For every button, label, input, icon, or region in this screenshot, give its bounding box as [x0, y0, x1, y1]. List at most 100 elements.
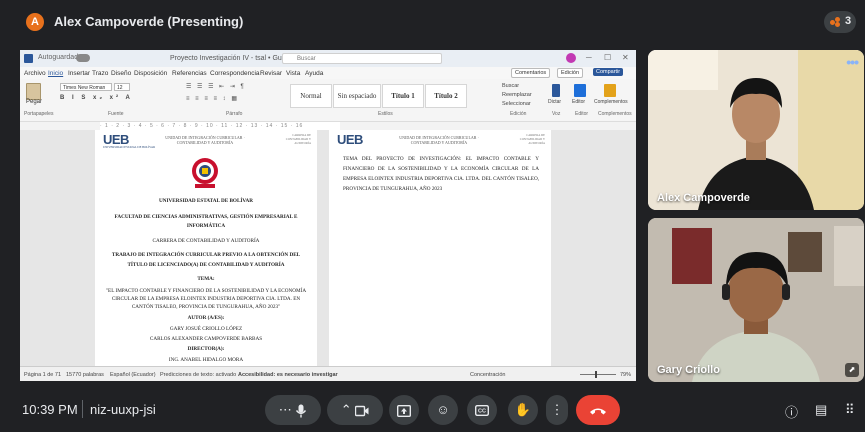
- doc-line: TRABAJO DE INTEGRACIÓN CURRICULAR PREVIO…: [111, 252, 301, 258]
- comments-button[interactable]: Comentarios: [511, 68, 551, 78]
- menu-archivo[interactable]: Archivo: [24, 70, 46, 77]
- microphone-button[interactable]: ⋯: [265, 395, 321, 425]
- camera-button[interactable]: ⌃: [327, 395, 383, 425]
- more-options-icon[interactable]: •••: [846, 54, 859, 70]
- document-area[interactable]: UEB UNIVERSIDAD ESTATAL DE BOLÍVAR UNIDA…: [20, 130, 636, 366]
- font-name-select[interactable]: Times New Roman: [60, 83, 112, 91]
- menu-inicio[interactable]: Inicio: [48, 70, 63, 77]
- word-status-bar: Página 1 de 71 15770 palabras Español (E…: [20, 366, 636, 381]
- style-heading-2[interactable]: Título 2: [425, 84, 467, 108]
- replace-button[interactable]: Reemplazar: [502, 91, 532, 100]
- edit-mode-button[interactable]: Edición: [557, 68, 584, 78]
- doc-line: FACULTAD DE CIENCIAS ADMINISTRATIVAS, GE…: [114, 214, 298, 220]
- page-header-right: CARRERA DE CONTABILIDAD Y AUDITORÍA: [285, 133, 311, 145]
- word-title-bar: Autoguardado Proyecto Investigación IV -…: [20, 50, 636, 67]
- emoji-icon: ☺: [436, 402, 450, 417]
- participant-tile[interactable]: ••• Alex Campoverde: [648, 50, 864, 210]
- find-button[interactable]: Buscar: [502, 82, 532, 91]
- doc-line: CIRCULAR DE LA EMPRESA ELOINTEX INDUSTRI…: [111, 296, 301, 302]
- addins-icon[interactable]: [604, 84, 616, 97]
- menu-correspondencia[interactable]: Correspondencia: [210, 70, 260, 77]
- activities-icon[interactable]: ⠿: [845, 402, 855, 418]
- menu-ayuda[interactable]: Ayuda: [305, 70, 323, 77]
- maximize-icon[interactable]: ☐: [604, 53, 611, 62]
- autosave-toggle[interactable]: [76, 54, 90, 62]
- group-label: Fuente: [108, 111, 124, 117]
- status-predictions[interactable]: Predicciones de texto: activado: [160, 372, 236, 378]
- profile-avatar[interactable]: [566, 53, 576, 63]
- chat-icon[interactable]: ▤: [815, 402, 827, 418]
- page-header-center: UNIDAD DE INTEGRACIÓN CURRICULAR · CONTA…: [165, 135, 245, 145]
- paragraph-buttons-row2[interactable]: ≡ ≡ ≡ ≡ ↕ ▦: [186, 95, 286, 103]
- paragraph-buttons-row1[interactable]: ☰ ☰ ☰ ⇤ ⇥ ¶: [186, 83, 286, 91]
- share-button[interactable]: Compartir: [593, 68, 624, 76]
- addins-label: Complementos: [594, 99, 628, 105]
- format-buttons[interactable]: B I S x₂ x² A: [60, 95, 170, 103]
- zoom-slider[interactable]: [580, 374, 616, 375]
- leave-call-button[interactable]: [576, 395, 620, 425]
- raise-hand-button[interactable]: ✋: [508, 395, 538, 425]
- group-label: Portapapeles: [24, 111, 54, 117]
- participant-tile[interactable]: Gary Criollo ⬈: [648, 218, 864, 382]
- word-app-icon: [24, 54, 33, 63]
- camera-icon: [355, 405, 369, 416]
- doc-line: DIRECTOR(A):: [187, 346, 225, 352]
- doc-line: TEMA:: [197, 276, 215, 282]
- ribbon: Pegar Times New Roman 12 B I S x₂ x² A ☰…: [20, 79, 636, 122]
- participant-name: Alex Campoverde: [657, 192, 750, 204]
- zoom-slider-thumb[interactable]: [595, 371, 597, 378]
- status-words: 15770 palabras: [66, 372, 104, 378]
- ribbon-group-labels: Portapapeles Fuente Párrafo Estilos Edic…: [20, 111, 636, 119]
- divider: [82, 400, 83, 418]
- menu-revisar[interactable]: Revisar: [260, 70, 282, 77]
- menu-trazo[interactable]: Trazo: [92, 70, 108, 77]
- hang-up-icon: [590, 408, 606, 415]
- document-page-2: UEB UNIDAD DE INTEGRACIÓN CURRICULAR · C…: [329, 130, 551, 366]
- dictate-label: Dictar: [548, 99, 562, 105]
- select-button[interactable]: Seleccionar: [502, 100, 532, 109]
- dictate-icon[interactable]: [552, 84, 560, 97]
- meeting-details-icon[interactable]: ⓘ: [785, 402, 798, 421]
- more-options-button[interactable]: ⋮: [546, 395, 568, 425]
- research-topic-paragraph: TEMA DEL PROYECTO DE INVESTIGACIÓN: EL I…: [343, 156, 539, 192]
- doc-line: UNIVERSIDAD ESTATAL DE BOLÍVAR: [158, 198, 254, 204]
- more-audio-options-icon[interactable]: ⋯: [279, 402, 292, 417]
- menu-insertar[interactable]: Insertar: [68, 70, 90, 77]
- style-heading-1[interactable]: Título 1: [382, 84, 424, 108]
- font-size-select[interactable]: 12: [114, 83, 130, 91]
- meeting-code: niz-uuxp-jsi: [90, 402, 156, 417]
- page-header-right: CARRERA DE CONTABILIDAD Y AUDITORÍA: [519, 133, 545, 145]
- group-label: Edición: [510, 111, 527, 117]
- menu-vista[interactable]: Vista: [286, 70, 300, 77]
- participants-button[interactable]: 3: [824, 11, 856, 33]
- status-page: Página 1 de 71: [24, 372, 62, 378]
- menu-diseno[interactable]: Diseño: [111, 70, 131, 77]
- paste-icon[interactable]: [26, 83, 41, 100]
- style-normal[interactable]: Normal: [290, 84, 332, 108]
- reactions-button[interactable]: ☺: [428, 395, 458, 425]
- doc-line: ING. ANABEL HIDALGO MORA: [168, 357, 244, 363]
- university-seal-icon: [192, 158, 218, 188]
- status-focus[interactable]: Concentración: [470, 372, 505, 378]
- document-page-1: UEB UNIVERSIDAD ESTATAL DE BOLÍVAR UNIDA…: [95, 130, 317, 366]
- participant-video: [648, 50, 864, 210]
- status-zoom[interactable]: 79%: [620, 372, 631, 378]
- search-input[interactable]: Buscar: [282, 53, 442, 64]
- doc-line: "EL IMPACTO CONTABLE Y FINANCIERO DE LA …: [105, 288, 307, 294]
- status-accessibility[interactable]: Accesibilidad: es necesario investigar: [238, 372, 338, 378]
- captions-button[interactable]: CC: [467, 395, 497, 425]
- minimize-icon[interactable]: ─: [586, 53, 592, 62]
- present-button[interactable]: [389, 395, 419, 425]
- doc-line: GARY JOSUÉ CRIOLLO LÓPEZ: [169, 326, 243, 332]
- pin-icon[interactable]: ⬈: [845, 363, 859, 377]
- style-no-spacing[interactable]: Sin espaciado: [333, 84, 381, 108]
- menu-referencias[interactable]: Referencias: [172, 70, 207, 77]
- microphone-icon: [296, 404, 307, 418]
- close-icon[interactable]: ✕: [622, 53, 629, 62]
- chevron-up-icon[interactable]: ⌃: [341, 402, 352, 417]
- menu-disposicion[interactable]: Disposición: [134, 70, 167, 77]
- editing-group: Buscar Reemplazar Seleccionar: [502, 82, 532, 109]
- status-language[interactable]: Español (Ecuador): [110, 372, 156, 378]
- paste-label: Pegar: [26, 99, 43, 105]
- editor-icon[interactable]: [574, 84, 586, 97]
